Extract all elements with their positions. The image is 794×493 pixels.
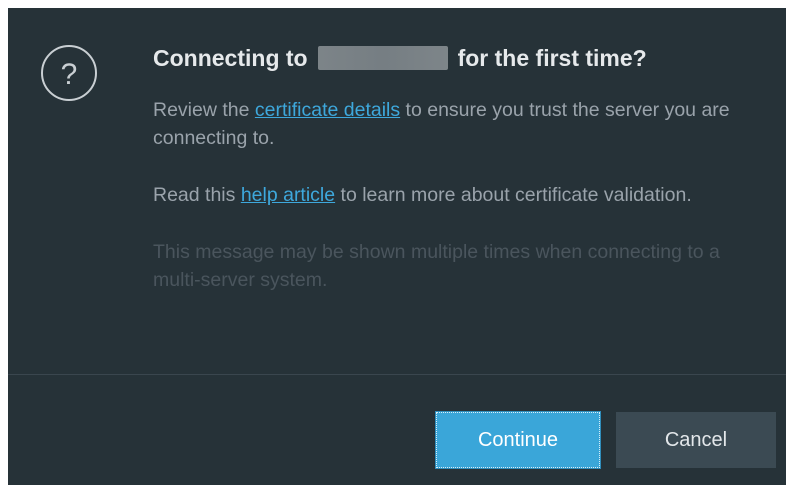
title-suffix: for the first time? [457, 45, 647, 71]
title-prefix: Connecting to [153, 45, 308, 71]
redacted-server-name [317, 46, 448, 70]
certificate-dialog: ? Connecting to for the first time? Revi… [8, 8, 786, 485]
dialog-title: Connecting to for the first time? [153, 42, 753, 74]
help-article-text: Read this help article to learn more abo… [153, 181, 753, 209]
continue-button[interactable]: Continue [435, 411, 601, 469]
help-article-link[interactable]: help article [241, 184, 335, 206]
certificate-details-link[interactable]: certificate details [255, 99, 400, 121]
para2-before: Read this [153, 184, 241, 206]
dialog-footer: Continue Cancel [8, 375, 786, 485]
dialog-body: ? Connecting to for the first time? Revi… [8, 8, 786, 374]
para1-before: Review the [153, 99, 255, 121]
para2-after: to learn more about certificate validati… [335, 184, 692, 206]
certificate-review-text: Review the certificate details to ensure… [153, 96, 753, 152]
svg-text:?: ? [61, 58, 78, 91]
multi-server-note: This message may be shown multiple times… [153, 241, 720, 291]
dialog-content: Connecting to for the first time? Review… [153, 42, 753, 294]
cancel-button[interactable]: Cancel [616, 412, 776, 468]
question-circle-icon: ? [40, 44, 98, 102]
